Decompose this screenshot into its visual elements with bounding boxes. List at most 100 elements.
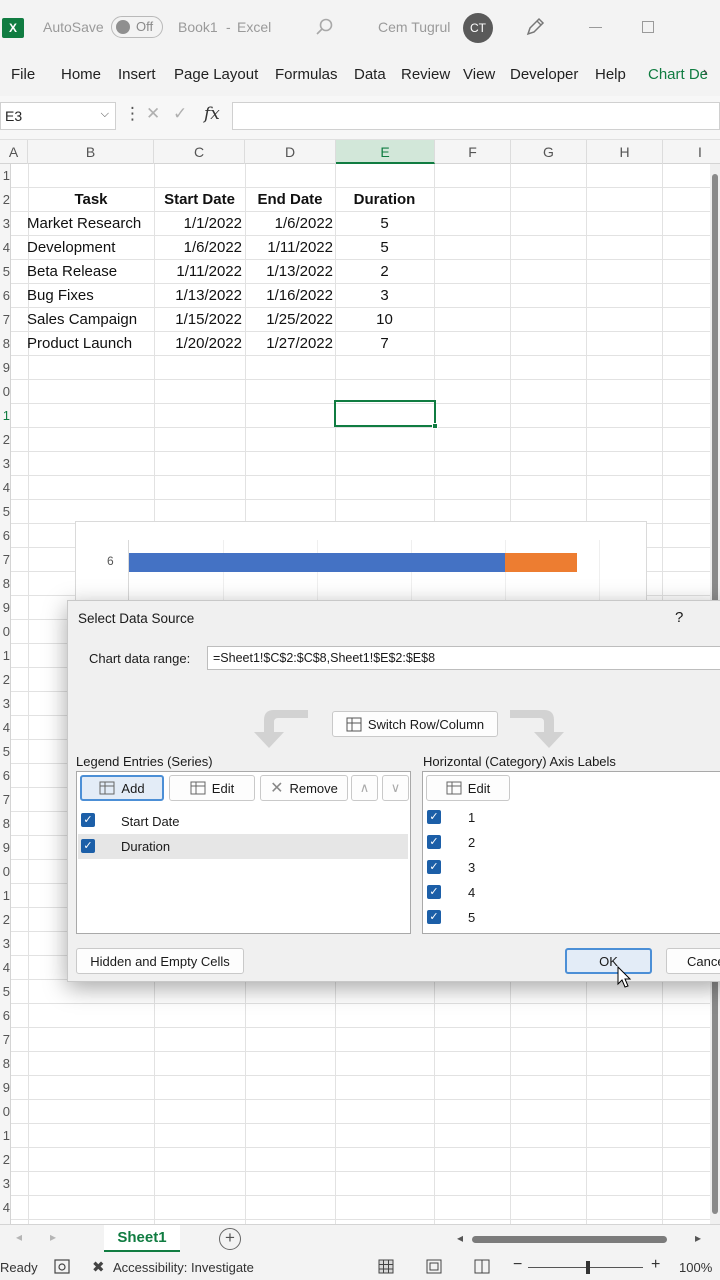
row-header[interactable]: 9 (0, 356, 10, 380)
list-item[interactable]: ✓ Start Date (78, 809, 408, 834)
list-item[interactable]: ✓ 3 (424, 856, 720, 881)
row-header[interactable]: 8 (0, 1052, 10, 1076)
list-item[interactable]: ✓ 1 (424, 806, 720, 831)
search-icon[interactable] (316, 18, 334, 36)
category-checkbox[interactable]: ✓ (427, 810, 441, 824)
zoom-level[interactable]: 100% (679, 1260, 712, 1275)
start-date-bar[interactable] (129, 553, 505, 572)
start-date-cell[interactable]: 1/6/2022 (154, 236, 242, 260)
row-header[interactable]: 1 (0, 644, 10, 668)
series-checkbox[interactable]: ✓ (81, 839, 95, 853)
chart-data-range-input[interactable]: =Sheet1!$C$2:$C$8,Sheet1!$E$2:$E$8 (207, 646, 720, 670)
row-header[interactable]: 2 (0, 428, 10, 452)
row-header[interactable]: 1 (0, 1124, 10, 1148)
tab-help[interactable]: Help (595, 66, 626, 83)
autosave-toggle[interactable]: Off (111, 16, 163, 38)
row-header[interactable]: 3 (0, 212, 10, 236)
ok-button[interactable]: OK (565, 948, 652, 974)
tab-view[interactable]: View (463, 66, 495, 83)
row-header[interactable]: 4 (0, 956, 10, 980)
prev-sheet-icon[interactable]: ◂ (16, 1230, 22, 1244)
gantt-chart[interactable]: 6 (75, 521, 647, 602)
category-checkbox[interactable]: ✓ (427, 910, 441, 924)
tab-file[interactable]: File (11, 66, 35, 83)
start-date-cell[interactable]: 1/11/2022 (154, 260, 242, 284)
end-date-cell[interactable]: 1/27/2022 (245, 332, 333, 356)
more-options-icon[interactable]: ⋮ (124, 104, 141, 124)
duration-cell[interactable]: 2 (335, 260, 434, 284)
row-header[interactable]: 4 (0, 236, 10, 260)
end-date-cell[interactable]: 1/16/2022 (245, 284, 333, 308)
header-cell-duration[interactable]: Duration (335, 188, 434, 212)
duration-cell[interactable]: 5 (335, 212, 434, 236)
row-header[interactable]: 4 (0, 1196, 10, 1220)
insert-function-icon[interactable]: fx (204, 104, 220, 124)
zoom-in-icon[interactable]: + (651, 1256, 660, 1274)
zoom-out-icon[interactable]: − (513, 1256, 522, 1274)
column-header-c[interactable]: C (154, 140, 245, 164)
row-header[interactable]: 2 (0, 1148, 10, 1172)
header-cell-start-date[interactable]: Start Date (154, 188, 245, 212)
tab-page-layout[interactable]: Page Layout (174, 66, 258, 83)
ribbon-scroll-right-icon[interactable]: › (703, 64, 707, 79)
row-header[interactable]: 5 (0, 260, 10, 284)
accessibility-status[interactable]: Accessibility: Investigate (113, 1260, 254, 1275)
start-date-cell[interactable]: 1/13/2022 (154, 284, 242, 308)
help-icon[interactable]: ? (675, 609, 683, 626)
fill-handle[interactable] (432, 423, 438, 429)
start-date-cell[interactable]: 1/20/2022 (154, 332, 242, 356)
series-checkbox[interactable]: ✓ (81, 813, 95, 827)
formula-input[interactable] (232, 102, 720, 130)
task-cell[interactable]: Beta Release (27, 260, 117, 284)
edit-axis-labels-button[interactable]: Edit (426, 775, 510, 801)
end-date-cell[interactable]: 1/6/2022 (245, 212, 333, 236)
confirm-entry-icon[interactable]: ✓ (173, 104, 187, 124)
add-series-button[interactable]: Add (80, 775, 164, 801)
row-header[interactable]: 9 (0, 1076, 10, 1100)
tab-developer[interactable]: Developer (510, 66, 578, 83)
duration-bar[interactable] (505, 553, 577, 572)
list-item[interactable]: ✓ 4 (424, 881, 720, 906)
avatar[interactable]: CT (463, 13, 493, 43)
header-cell-task[interactable]: Task (28, 188, 154, 212)
row-header[interactable]: 3 (0, 932, 10, 956)
column-header-a[interactable]: A (0, 140, 28, 164)
remove-series-button[interactable]: ✕ Remove (260, 775, 348, 801)
column-header-f[interactable]: F (435, 140, 511, 164)
move-down-button[interactable]: ∨ (382, 775, 409, 801)
row-header[interactable]: 3 (0, 692, 10, 716)
category-checkbox[interactable]: ✓ (427, 885, 441, 899)
row-header[interactable]: 4 (0, 716, 10, 740)
row-header[interactable]: 1 (0, 164, 10, 188)
row-header[interactable]: 4 (0, 476, 10, 500)
row-header[interactable]: 0 (0, 1100, 10, 1124)
chevron-down-icon[interactable]: ⌵ (101, 108, 109, 121)
zoom-slider-thumb[interactable] (586, 1261, 590, 1274)
column-header-d[interactable]: D (245, 140, 336, 164)
column-header-b[interactable]: B (28, 140, 154, 164)
normal-view-icon[interactable] (378, 1259, 394, 1274)
task-cell[interactable]: Market Research (27, 212, 141, 236)
tab-chart-design[interactable]: Chart De (648, 66, 708, 83)
name-box[interactable]: E3 ⌵ (0, 102, 116, 130)
task-cell[interactable]: Product Launch (27, 332, 132, 356)
add-sheet-icon[interactable]: + (219, 1228, 241, 1250)
tab-formulas[interactable]: Formulas (275, 66, 338, 83)
duration-cell[interactable]: 5 (335, 236, 434, 260)
page-layout-view-icon[interactable] (426, 1259, 442, 1274)
row-header[interactable]: 7 (0, 308, 10, 332)
row-header[interactable]: 8 (0, 332, 10, 356)
end-date-cell[interactable]: 1/11/2022 (245, 236, 333, 260)
sheet-tab-sheet1[interactable]: Sheet1 (104, 1225, 180, 1253)
task-cell[interactable]: Bug Fixes (27, 284, 94, 308)
row-header[interactable]: 9 (0, 596, 10, 620)
hidden-empty-cells-button[interactable]: Hidden and Empty Cells (76, 948, 244, 974)
task-cell[interactable]: Development (27, 236, 115, 260)
row-header[interactable]: 1 (0, 884, 10, 908)
list-item[interactable]: ✓ 5 (424, 906, 720, 931)
row-header[interactable]: 2 (0, 668, 10, 692)
row-header[interactable]: 5 (0, 500, 10, 524)
scroll-right-icon[interactable]: ▸ (695, 1231, 701, 1245)
row-header[interactable]: 7 (0, 548, 10, 572)
tab-review[interactable]: Review (401, 66, 450, 83)
